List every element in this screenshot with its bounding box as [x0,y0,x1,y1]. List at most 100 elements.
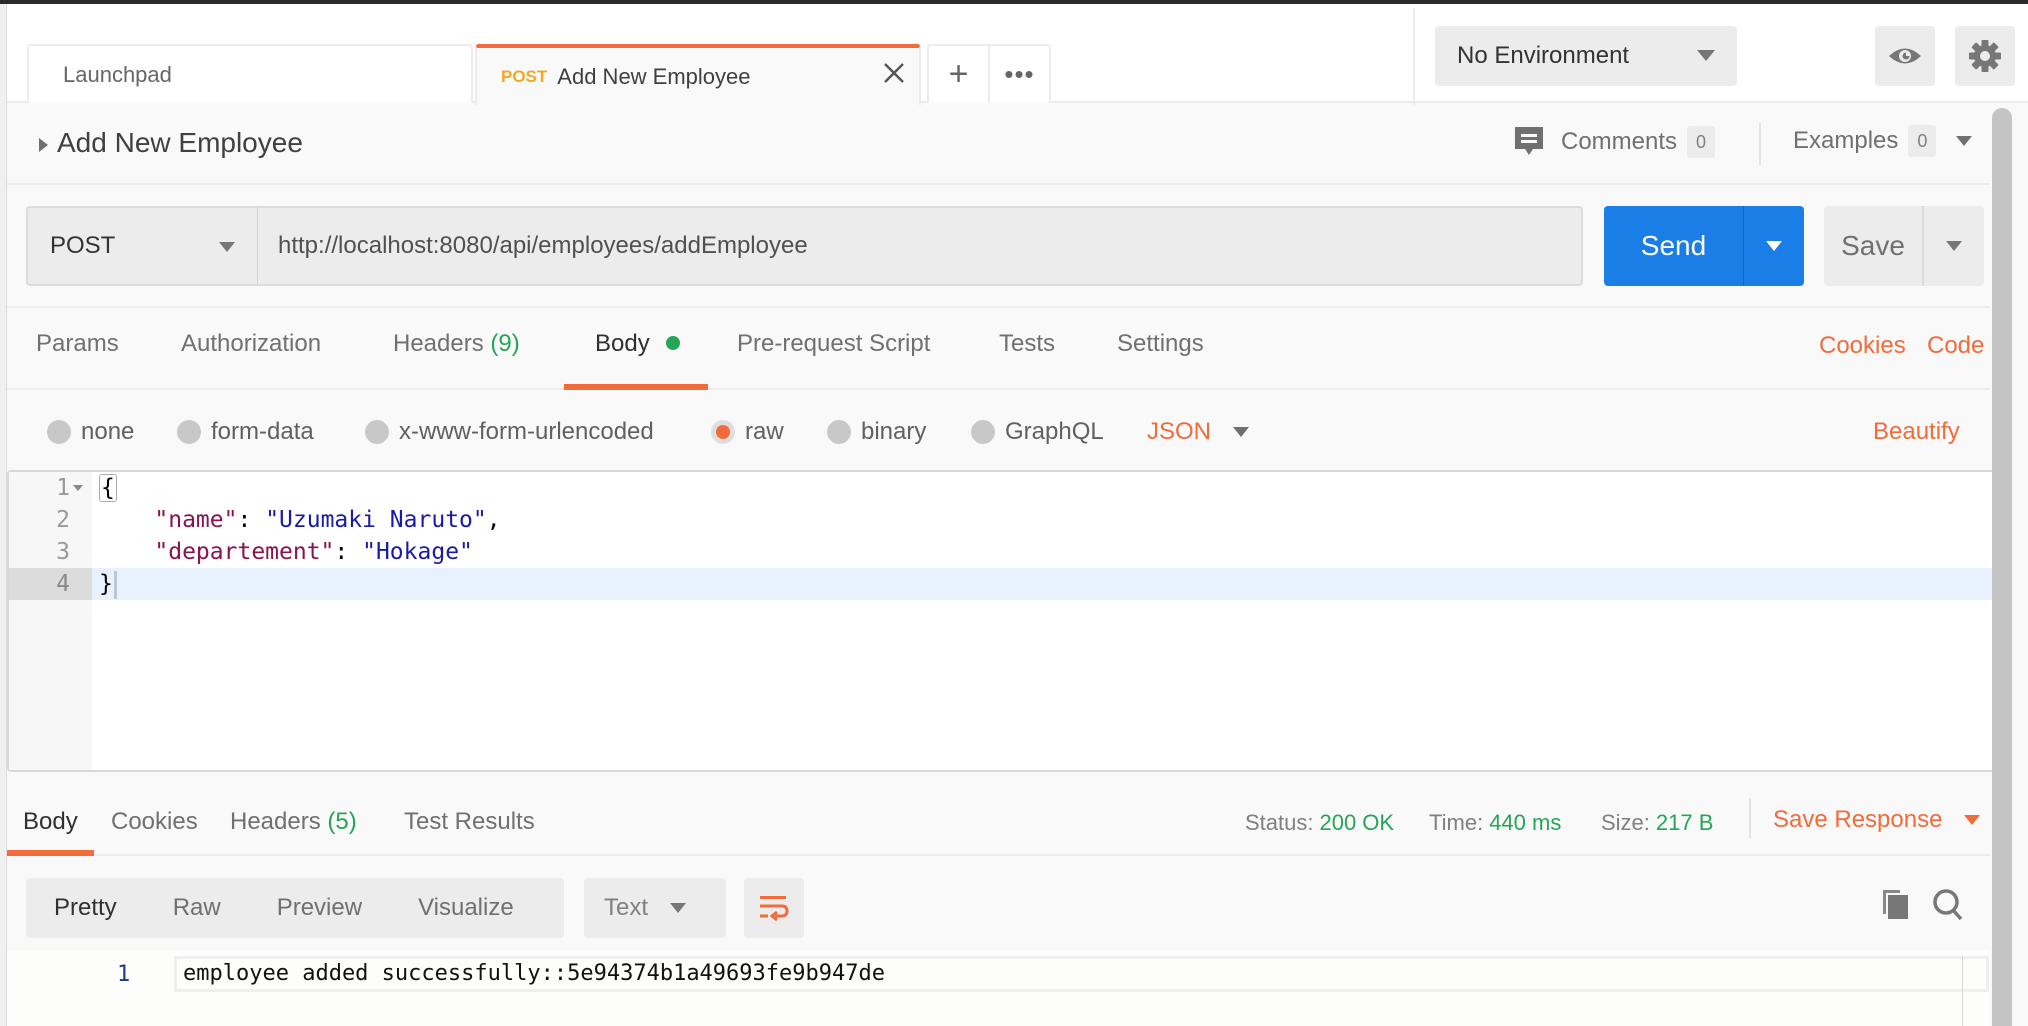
size-label: Size: [1601,810,1650,835]
radio-icon [827,420,851,444]
wrap-lines-button[interactable] [744,878,804,938]
radio-icon [365,420,389,444]
tab-settings[interactable]: Settings [1117,330,1204,358]
chevron-down-icon [1233,427,1250,437]
new-tab-button[interactable]: + [929,46,990,103]
eye-icon [1889,48,1921,64]
radio-label: x-www-form-urlencoded [399,418,654,445]
send-button[interactable]: Send [1604,206,1744,286]
manage-environments-button[interactable] [1955,26,2015,86]
radio-label: none [81,418,135,445]
save-button[interactable]: Save [1824,206,1924,286]
request-name[interactable]: Add New Employee [57,127,303,159]
tab-authorization[interactable]: Authorization [181,330,321,358]
active-tab-underline [564,384,708,390]
radio-graphql[interactable]: GraphQL [971,418,1104,446]
json-key: "name" [154,507,238,533]
tab-add-new-employee[interactable]: POST Add New Employee [475,44,921,105]
radio-label: raw [745,418,784,445]
radio-icon [177,420,201,444]
raw-format-selected: JSON [1147,418,1212,445]
code-link[interactable]: Code [1927,332,1984,360]
comments-label: Comments [1561,128,1678,155]
view-visualize-button[interactable]: Visualize [390,894,542,922]
tab-method-badge: POST [501,66,548,86]
response-format-select[interactable]: Text [584,878,726,938]
request-tabs: Params Authorization Headers (9) Body Pr… [7,308,1990,390]
tab-body[interactable]: Body [595,330,681,358]
method-selected: POST [50,232,116,259]
json-value: "Hokage" [362,539,473,565]
tab-label: Launchpad [63,61,172,87]
send-options-button[interactable] [1744,206,1804,286]
tab-label: Body [595,330,650,357]
tab-options-button[interactable]: ••• [990,46,1049,103]
brace: } [99,571,113,597]
headers-count: (5) [327,808,357,835]
chevron-down-icon [670,903,687,913]
status-label: Status: [1245,810,1314,835]
response-tab-cookies[interactable]: Cookies [111,808,198,836]
radio-label: form-data [211,418,314,445]
radio-binary[interactable]: binary [827,418,926,446]
search-icon [1933,889,1963,921]
radio-icon [47,420,71,444]
chevron-down-icon [1946,241,1962,251]
save-options-button[interactable] [1924,206,1984,286]
response-tabs: Body Cookies Headers (5) Test Results St… [7,790,1990,856]
save-response-button[interactable]: Save Response [1773,806,1981,834]
response-body[interactable]: 1 employee added successfully::5e94374b1… [7,950,1990,1026]
save-response-label: Save Response [1773,806,1943,833]
response-tab-test-results[interactable]: Test Results [404,808,535,836]
url-value: http://localhost:8080/api/employees/addE… [278,232,808,259]
line-number: 1 [117,962,131,987]
tab-headers[interactable]: Headers (9) [393,330,520,358]
view-pretty-button[interactable]: Pretty [26,894,145,922]
environment-quick-look-button[interactable] [1875,26,1935,86]
beautify-link[interactable]: Beautify [1873,418,1960,446]
search-response-button[interactable] [1932,888,1964,927]
radio-x-www-form-urlencoded[interactable]: x-www-form-urlencoded [365,418,654,446]
cookies-link[interactable]: Cookies [1819,332,1906,360]
view-raw-button[interactable]: Raw [145,894,249,922]
raw-format-select[interactable]: JSON [1147,418,1250,446]
expand-caret-icon[interactable] [39,138,48,152]
chevron-down-icon [1697,50,1715,61]
request-body-editor[interactable]: 1 { 2 "name": "Uzumaki Naruto", 3 "depar… [7,470,2003,772]
url-input[interactable]: http://localhost:8080/api/employees/addE… [258,206,1583,286]
response-time: Time: 440 ms [1429,810,1561,836]
copy-response-button[interactable] [1880,888,1910,925]
radio-none[interactable]: none [47,418,134,446]
examples-label: Examples [1793,127,1899,154]
chevron-down-icon [219,242,235,252]
divider [1759,123,1761,165]
tab-tests[interactable]: Tests [999,330,1055,358]
examples-count-badge: 0 [1908,125,1937,157]
body-type-options: none form-data x-www-form-urlencoded raw… [7,392,1990,470]
environment-select[interactable]: No Environment [1435,26,1737,86]
close-tab-button[interactable] [883,58,905,92]
method-select[interactable]: POST [26,206,258,286]
view-preview-button[interactable]: Preview [249,894,390,922]
radio-raw[interactable]: raw [711,418,784,446]
response-tab-body[interactable]: Body [23,808,78,836]
chevron-down-icon [1964,815,1981,825]
copy-icon [1883,890,1908,919]
scrollbar[interactable] [1992,108,2012,1026]
wrap-lines-icon [760,896,789,922]
divider [1413,8,1415,105]
active-tab-underline [7,850,94,856]
comments-button[interactable]: Comments 0 [1513,125,1716,159]
tab-pre-request-script[interactable]: Pre-request Script [737,330,930,358]
tab-label: Headers [230,808,321,835]
examples-button[interactable]: Examples 0 [1793,125,1973,157]
sidebar-edge [0,4,7,1026]
response-format-selected: Text [604,894,649,921]
more-icon: ••• [1004,59,1035,89]
tab-params[interactable]: Params [36,330,119,358]
json-value: "Uzumaki Naruto" [265,507,487,533]
response-tab-headers[interactable]: Headers (5) [230,808,357,836]
tab-launchpad[interactable]: Launchpad [27,44,473,103]
fold-arrow-icon[interactable] [73,485,83,491]
radio-form-data[interactable]: form-data [177,418,314,446]
